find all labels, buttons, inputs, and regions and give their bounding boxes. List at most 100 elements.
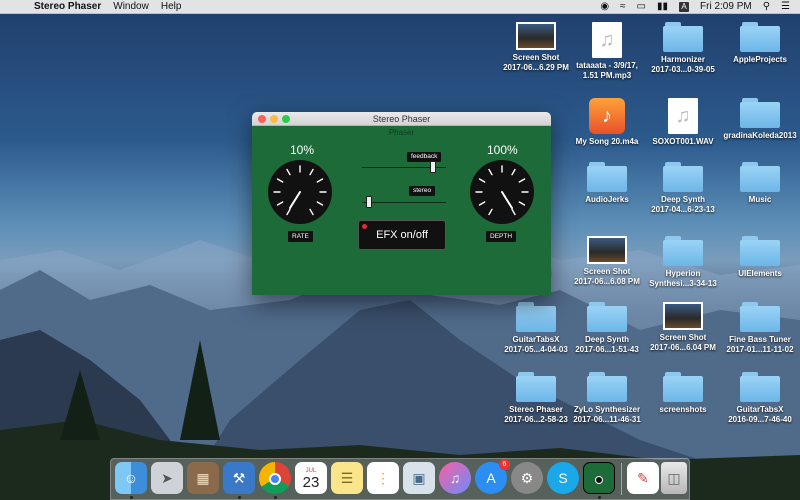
- desktop-item-label: tataaata - 3/9/17, 1.51 PM.mp3: [576, 61, 638, 80]
- desktop-item-label: Screen Shot 2017-06...6.08 PM: [574, 267, 640, 286]
- running-indicator: [598, 496, 601, 499]
- desktop-item[interactable]: Screen Shot 2017-06...6.04 PM: [641, 302, 725, 353]
- folder-icon: [663, 162, 703, 192]
- desktop-item-label: SOXOT001.WAV: [652, 137, 714, 146]
- stereo-track[interactable]: [362, 202, 446, 203]
- reminders-icon[interactable]: ⋮: [367, 462, 399, 494]
- desktop-item[interactable]: ♪ My Song 20.m4a: [565, 98, 649, 147]
- desktop-item[interactable]: AppleProjects: [718, 22, 800, 65]
- skype-icon[interactable]: S: [547, 462, 579, 494]
- textedit-icon[interactable]: ✎: [627, 462, 659, 494]
- desktop-item[interactable]: UIElements: [718, 236, 800, 279]
- desktop-item[interactable]: Music: [718, 162, 800, 205]
- rate-label: RATE: [288, 231, 313, 242]
- stereo-label: stereo: [409, 186, 436, 196]
- desktop-item[interactable]: Deep Synth 2017-06...1-51-43: [565, 302, 649, 355]
- close-button[interactable]: [258, 115, 266, 123]
- calendar-icon[interactable]: JUL 23: [295, 462, 327, 494]
- zoom-button[interactable]: [282, 115, 290, 123]
- calculator-icon[interactable]: ▦: [187, 462, 219, 494]
- folder-icon: [663, 22, 703, 52]
- running-indicator: [274, 496, 277, 499]
- desktop-item[interactable]: Harmonizer 2017-03...0-39-05: [641, 22, 725, 75]
- itunes-icon[interactable]: ♫: [439, 462, 471, 494]
- calendar-day: 23: [302, 474, 320, 491]
- feedback-slider-thumb[interactable]: [430, 161, 437, 173]
- desktop-item-label: Hyperion Synthesi...3-34-13: [649, 269, 717, 288]
- running-indicator: [130, 496, 133, 499]
- rate-value: 10%: [290, 143, 315, 157]
- app-store-badge: 6: [499, 459, 510, 470]
- dock: ☺ ➤ ▦ ⚒ JUL 23 ☰ ⋮ ▣ ♫ A 6 ⚙ S ✎ ◫: [110, 458, 690, 500]
- desktop-item-label: AppleProjects: [733, 55, 787, 64]
- desktop-item-label: ZyLo Synthesizer 2017-06...11-46-31: [573, 405, 641, 424]
- desktop-item-label: Screen Shot 2017-06...6.04 PM: [650, 333, 716, 352]
- location-icon[interactable]: ◉: [600, 0, 609, 14]
- desktop-item-label: My Song 20.m4a: [575, 137, 639, 146]
- desktop-item-label: Deep Synth 2017-06...1-51-43: [575, 335, 639, 354]
- folder-icon: [516, 372, 556, 402]
- running-indicator: [238, 496, 241, 499]
- trash-icon[interactable]: ◫: [661, 462, 687, 494]
- wifi-icon[interactable]: ≈: [620, 0, 626, 14]
- desktop-item-label: AudioJerks: [585, 195, 629, 204]
- notification-center-icon[interactable]: ☰: [781, 0, 790, 14]
- depth-value: 100%: [487, 143, 518, 157]
- desktop-item[interactable]: Fine Bass Tuner 2017-01...11-11-02: [718, 302, 800, 355]
- audio-file-icon: ♫: [668, 98, 698, 134]
- battery-icon[interactable]: ▮▮: [657, 0, 668, 14]
- desktop-item[interactable]: ♫ SOXOT001.WAV: [641, 98, 725, 147]
- menu-bar: Stereo Phaser Window Help ◉ ≈ ▭ ▮▮ A Fri…: [0, 0, 800, 14]
- notes-icon[interactable]: ☰: [331, 462, 363, 494]
- panel-label: Phaser: [388, 128, 415, 137]
- folder-icon: [740, 372, 780, 402]
- efx-button-label: EFX on/off: [376, 229, 428, 241]
- chrome-icon[interactable]: [259, 462, 291, 494]
- menu-clock[interactable]: Fri 2:09 PM: [700, 1, 752, 12]
- window-title: Stereo Phaser: [372, 114, 431, 124]
- desktop-item[interactable]: Screen Shot 2017-06...6.08 PM: [565, 236, 649, 287]
- preview-icon[interactable]: ▣: [403, 462, 435, 494]
- folder-icon: [587, 372, 627, 402]
- desktop-item[interactable]: GuitarTabsX 2016-09...7-46-40: [718, 372, 800, 425]
- input-source-icon[interactable]: A: [679, 1, 690, 12]
- finder-icon[interactable]: ☺: [115, 462, 147, 494]
- menu-app-name[interactable]: Stereo Phaser: [34, 1, 101, 12]
- folder-icon: [663, 236, 703, 266]
- desktop-item[interactable]: gradinaKoleda2013: [718, 98, 800, 141]
- desktop-item[interactable]: ♫ tataaata - 3/9/17, 1.51 PM.mp3: [565, 22, 649, 81]
- airplay-icon[interactable]: ▭: [637, 0, 646, 14]
- xcode-icon[interactable]: ⚒: [223, 462, 255, 494]
- menu-help[interactable]: Help: [161, 1, 182, 12]
- folder-icon: [587, 162, 627, 192]
- efx-toggle-button[interactable]: EFX on/off: [358, 220, 446, 250]
- system-preferences-icon[interactable]: ⚙: [511, 462, 543, 494]
- folder-icon: [587, 302, 627, 332]
- desktop-item-label: GuitarTabsX 2016-09...7-46-40: [728, 405, 792, 424]
- feedback-label: feedback: [407, 152, 442, 162]
- desktop-item[interactable]: Deep Synth 2017-04...6-23-13: [641, 162, 725, 215]
- minimize-button[interactable]: [270, 115, 278, 123]
- menu-window[interactable]: Window: [113, 1, 149, 12]
- rate-knob[interactable]: [268, 160, 332, 224]
- app-store-icon[interactable]: A 6: [475, 459, 510, 494]
- folder-icon: [740, 162, 780, 192]
- desktop-item-label: UIElements: [738, 269, 782, 278]
- desktop-item-label: Fine Bass Tuner 2017-01...11-11-02: [726, 335, 794, 354]
- screenshot-thumbnail-icon: [663, 302, 703, 330]
- desktop-item-label: Deep Synth 2017-04...6-23-13: [651, 195, 715, 214]
- launchpad-icon[interactable]: ➤: [151, 462, 183, 494]
- desktop-item[interactable]: ZyLo Synthesizer 2017-06...11-46-31: [565, 372, 649, 425]
- desktop-item[interactable]: screenshots: [641, 372, 725, 415]
- desktop-item-label: screenshots: [659, 405, 707, 414]
- spotlight-icon[interactable]: ⚲: [763, 0, 770, 14]
- stereo-slider-thumb[interactable]: [365, 196, 372, 208]
- stereo-phaser-window: Stereo Phaser Phaser 10% RATE feedback s…: [252, 112, 551, 295]
- folder-icon: [740, 22, 780, 52]
- depth-knob[interactable]: [470, 160, 534, 224]
- folder-icon: [740, 302, 780, 332]
- desktop-item[interactable]: Hyperion Synthesi...3-34-13: [641, 236, 725, 289]
- window-titlebar[interactable]: Stereo Phaser: [252, 112, 551, 126]
- desktop-item[interactable]: AudioJerks: [565, 162, 649, 205]
- phaser-app-icon[interactable]: [583, 462, 615, 494]
